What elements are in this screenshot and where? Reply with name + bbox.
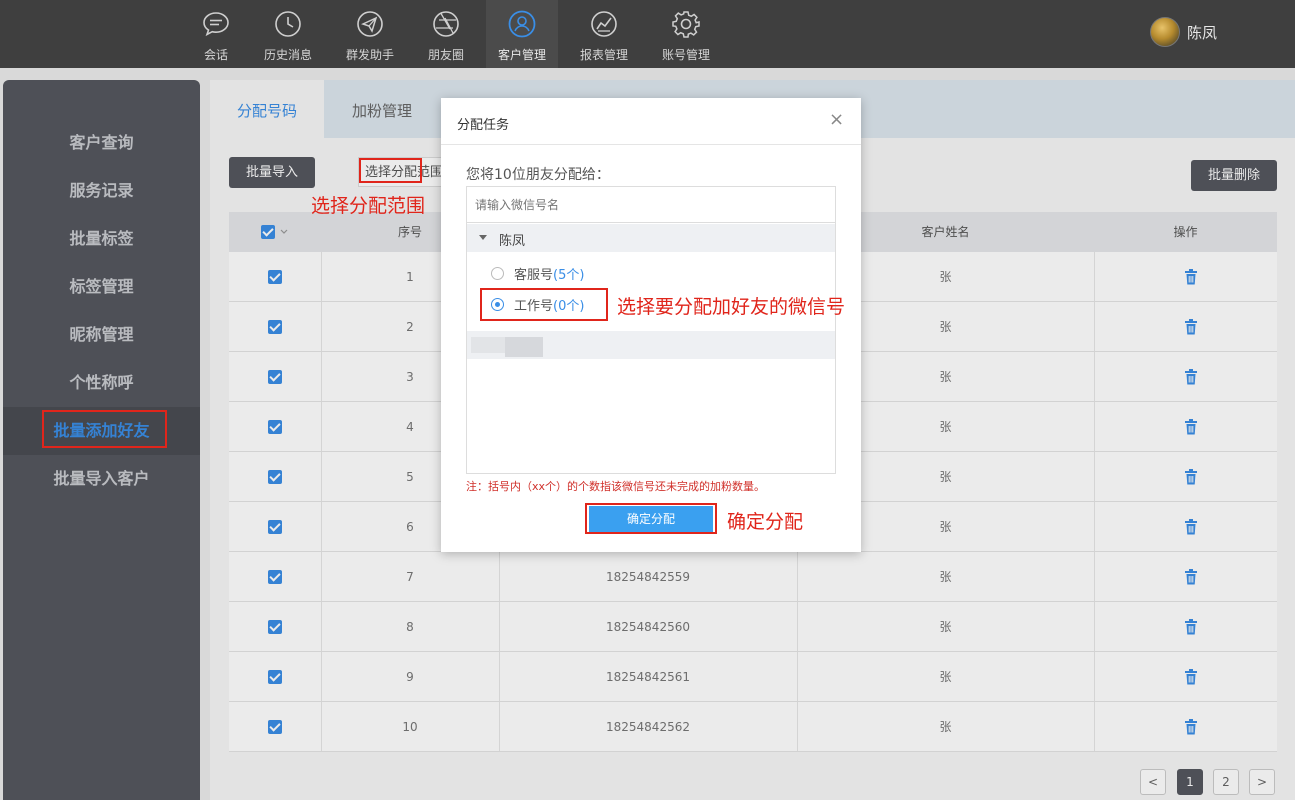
nav-label: 群发助手 — [345, 48, 394, 62]
dialog-prompt: 您将10位朋友分配给： — [466, 167, 610, 183]
avatar[interactable] — [1150, 17, 1180, 47]
chart-icon — [591, 11, 617, 37]
blur-mask — [505, 337, 543, 357]
tree-root-label: 陈凤 — [499, 234, 526, 249]
annotation-box-select-range — [359, 158, 422, 183]
user-name: 陈凤 — [1187, 24, 1218, 42]
nav-label: 会话 — [203, 48, 228, 62]
annotation-select-account: 选择要分配加好友的微信号 — [617, 296, 846, 318]
nav-item-broadcast[interactable]: 群发助手 — [334, 0, 406, 68]
clock-icon — [275, 11, 301, 37]
wechat-search-input[interactable] — [467, 187, 835, 223]
annotation-confirm: 确定分配 — [727, 511, 804, 533]
annotation-box-sidebar — [42, 410, 167, 448]
nav-label: 账号管理 — [661, 48, 710, 62]
dialog-note: 注：括号内（xx个）的个数指该微信号还未完成的加粉数量。 — [466, 480, 766, 493]
radio-customer-service[interactable] — [491, 267, 504, 280]
nav-item-reports[interactable]: 报表管理 — [568, 0, 640, 68]
blur-mask — [471, 337, 505, 353]
nav-label: 客户管理 — [497, 48, 546, 62]
tree-root-node[interactable]: 陈凤 — [467, 224, 835, 252]
nav-item-chat[interactable]: 会话 — [180, 0, 252, 68]
annotation-box-confirm — [585, 503, 717, 534]
caret-down-icon[interactable] — [479, 235, 487, 240]
send-icon — [357, 11, 383, 37]
close-icon[interactable]: × — [829, 111, 845, 129]
dialog-title: 分配任务 — [457, 118, 510, 133]
annotation-select-range: 选择分配范围 — [311, 195, 426, 217]
nav-item-moments[interactable]: 朋友圈 — [410, 0, 482, 68]
top-navigation-bar: 会话 历史消息 群发助手 朋友圈 客户管理 报表管理 账号管理 陈凤 — [0, 0, 1295, 68]
nav-item-customer-management[interactable]: 客户管理 — [486, 0, 558, 68]
nav-item-history[interactable]: 历史消息 — [252, 0, 324, 68]
assign-task-dialog: 分配任务 × 您将10位朋友分配给： 陈凤 客服号(5个) 工作号(0个) 注：… — [441, 98, 861, 552]
nav-item-accounts[interactable]: 账号管理 — [650, 0, 722, 68]
chat-icon — [203, 12, 229, 37]
option-count: (5个) — [553, 268, 585, 283]
customer-icon — [508, 10, 536, 38]
nav-label: 报表管理 — [579, 48, 628, 62]
blurred-tree-node[interactable] — [467, 331, 835, 359]
annotation-box-work-account — [480, 288, 608, 321]
nav-label: 朋友圈 — [427, 48, 464, 62]
option-label: 客服号 — [514, 268, 554, 283]
gear-icon — [672, 11, 700, 38]
aperture-icon — [433, 11, 459, 37]
nav-label: 历史消息 — [263, 48, 312, 62]
dialog-divider — [441, 144, 861, 145]
account-tree: 陈凤 客服号(5个) 工作号(0个) — [466, 186, 836, 474]
